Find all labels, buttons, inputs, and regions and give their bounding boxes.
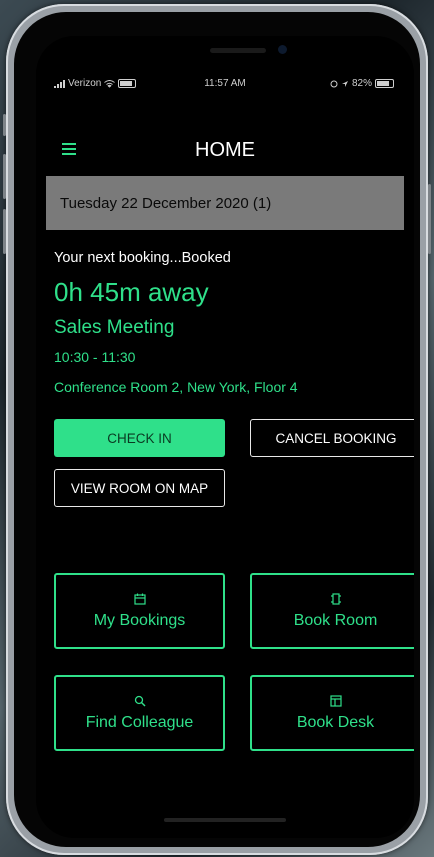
desk-icon [329,695,342,707]
date-selector[interactable]: Tuesday 22 December 2020 (1) [46,176,404,230]
my-bookings-label: My Bookings [93,612,186,629]
find-colleague-tile[interactable]: Find Colleague [54,675,225,751]
mute-switch [3,114,6,136]
location-icon [341,80,348,87]
book-room-tile[interactable]: Book Room [250,573,414,649]
status-bar: Verizon 11:57 AM 82% [36,74,414,94]
phone-frame: Verizon 11:57 AM 82% HOME Tuesday 22 Dec… [3,4,431,855]
hamburger-menu-icon[interactable] [62,143,76,155]
status-right: 82% [330,78,394,89]
alarm-icon [330,80,338,87]
meeting-time: 10:30 - 11:30 [54,349,136,365]
meeting-location: Conference Room 2, New York, Floor 4 [54,379,298,395]
battery-icon [375,79,394,88]
search-icon [134,695,146,707]
volume-up-button [3,154,6,199]
find-colleague-label: Find Colleague [85,714,194,731]
phone-bezel: Verizon 11:57 AM 82% HOME Tuesday 22 Dec… [14,12,420,847]
time-until-booking: 0h 45m away [54,277,209,307]
volume-down-button [3,209,6,254]
speaker-grille [210,48,266,53]
app-header: HOME [36,131,414,167]
my-bookings-tile[interactable]: My Bookings [54,573,225,649]
front-camera [278,45,287,54]
book-desk-label: Book Desk [296,714,375,731]
home-indicator[interactable] [164,818,286,822]
calendar-icon [133,593,146,605]
room-icon [330,593,341,605]
meeting-title: Sales Meeting [54,317,175,338]
power-button [428,184,431,254]
view-room-on-map-button[interactable]: VIEW ROOM ON MAP [54,469,225,507]
book-desk-tile[interactable]: Book Desk [250,675,414,751]
next-booking-label: Your next booking...Booked [54,250,231,266]
book-room-label: Book Room [293,612,378,629]
cancel-booking-button[interactable]: CANCEL BOOKING [250,419,414,457]
app-screen: Verizon 11:57 AM 82% HOME Tuesday 22 Dec… [36,36,414,838]
battery-percent: 82% [351,78,372,89]
date-label: Tuesday 22 December 2020 (1) [60,194,272,212]
page-title: HOME [195,139,255,161]
check-in-button[interactable]: CHECK IN [54,419,225,457]
